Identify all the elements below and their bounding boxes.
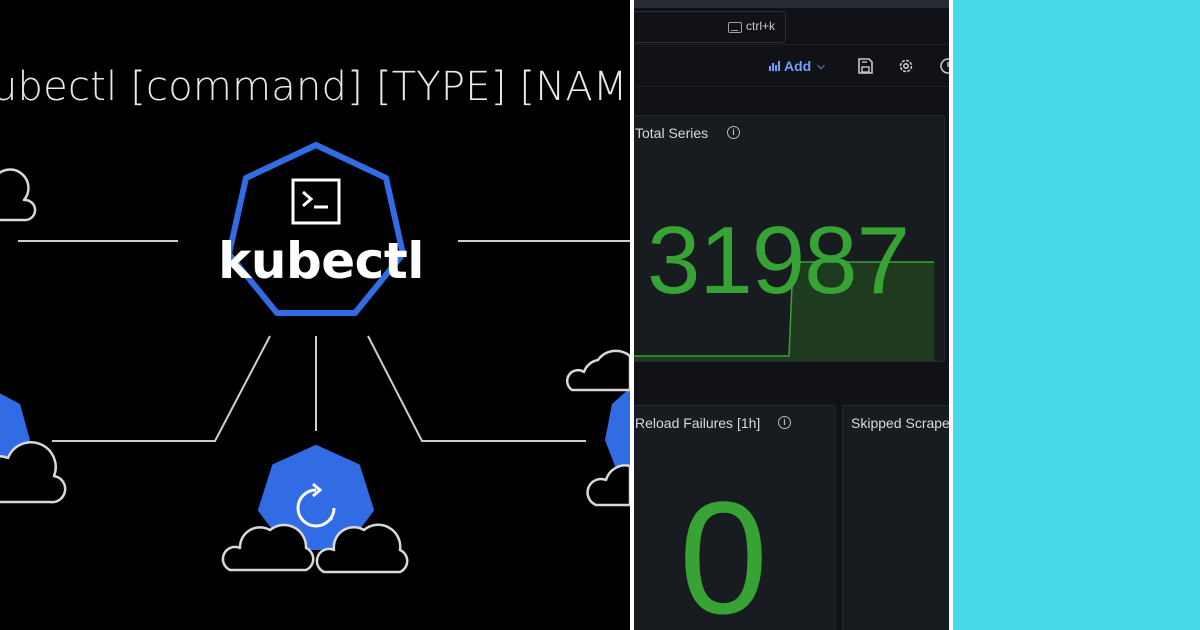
cyan-panel [953,0,1200,630]
clock-icon[interactable] [939,57,949,75]
dashboard-view: ctrl+k Add ⌵ Total Series i 31987 Reload… [634,0,949,630]
panel-skipped-scrapes[interactable]: Skipped Scrape [842,405,949,630]
add-button-label: Add [784,58,812,74]
kubectl-logo-label: kubectl [218,232,424,290]
connector-line [367,335,586,442]
cloud-icon [586,464,630,507]
kubectl-illustration: ubectl [command] [TYPE] [NAME] [f [0,0,630,630]
panel-title: Skipped Scrape [851,415,949,431]
info-icon[interactable]: i [727,126,740,139]
kubectl-diagram [0,142,630,574]
connector-line [52,335,271,442]
cloud-icon [565,349,630,392]
add-panel-icon [769,61,780,71]
stat-value: 0 [679,468,768,630]
add-button[interactable]: Add ⌵ [769,56,825,76]
cloud-icon [221,523,315,572]
keyboard-icon [728,22,742,33]
cloud-icon [0,168,37,222]
gear-icon[interactable] [897,57,915,75]
panel-total-series[interactable]: Total Series i 31987 [634,115,945,362]
toolbar-divider [634,44,949,45]
save-icon[interactable] [856,57,874,75]
shortcut-hint: ctrl+k [746,19,776,33]
toolbar-divider [634,86,949,87]
chevron-down-icon: ⌵ [817,60,825,72]
info-icon[interactable]: i [778,416,791,429]
top-strip [634,0,949,8]
panel-title: Reload Failures [1h] [635,415,761,431]
terminal-prompt-icon [291,178,341,225]
panel-title: Total Series [635,125,709,141]
panel-reload-failures[interactable]: Reload Failures [1h] i 0 [634,405,836,630]
search-bar[interactable]: ctrl+k [634,11,786,43]
stat-value: 31987 [647,207,910,314]
